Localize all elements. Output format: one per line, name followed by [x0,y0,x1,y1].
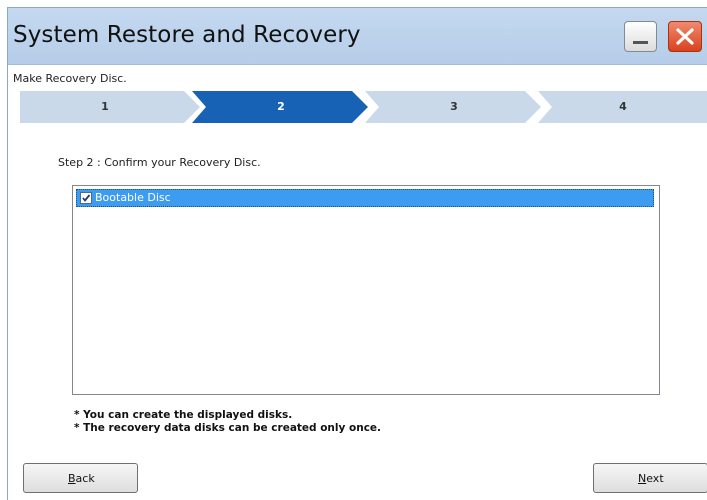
title-bar: System Restore and Recovery [8,8,707,65]
step-heading: Step 2 : Confirm your Recovery Disc. [58,156,261,169]
minimize-icon [633,41,648,44]
next-label-rest: ext [646,472,664,485]
notes: * You can create the displayed disks. * … [74,409,381,435]
close-button[interactable] [668,21,702,52]
window-title: System Restore and Recovery [13,22,361,48]
step-progress: 1 2 3 4 [20,91,707,123]
step-1: 1 [20,91,200,123]
back-label-rest: ack [75,472,95,485]
recovery-window: System Restore and Recovery Make Recover… [7,7,707,500]
list-item-bootable-disc[interactable]: Bootable Disc [76,189,654,207]
next-button-label: Next [638,472,664,485]
step-2-label: 2 [277,100,285,113]
list-item-label: Bootable Disc [95,191,171,204]
step-4-label: 4 [619,100,627,113]
disc-list[interactable]: Bootable Disc [72,185,660,395]
checkmark-icon [82,194,91,202]
close-icon [676,28,694,45]
back-button[interactable]: Back [23,463,138,493]
step-3: 3 [365,91,543,123]
step-2: 2 [192,91,370,123]
step-1-label: 1 [101,100,109,113]
step-4: 4 [538,91,707,123]
next-button[interactable]: Next [593,463,707,493]
note-line: * You can create the displayed disks. [74,409,293,421]
note-line: * The recovery data disks can be created… [74,422,382,434]
page-subtitle: Make Recovery Disc. [13,72,127,85]
back-button-label: Back [68,472,95,485]
next-mnemonic: N [638,472,647,485]
back-mnemonic: B [68,472,76,485]
minimize-button[interactable] [624,21,657,52]
step-3-label: 3 [450,100,458,113]
bootable-disc-checkbox[interactable] [80,192,92,204]
